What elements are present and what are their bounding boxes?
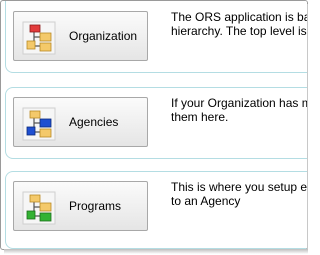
programs-description-line-1: This is where you setup e (171, 180, 308, 194)
organization-description-line-1: The ORS application is ba (171, 10, 308, 24)
organization-button-label: Organization (69, 29, 138, 43)
agencies-button-label: Agencies (69, 115, 119, 129)
frame-shadow-bottom (4, 249, 308, 254)
programs-button[interactable]: Programs (13, 181, 148, 231)
organization-button[interactable]: Organization (13, 11, 148, 61)
content-frame: Organization The ORS application is ba h… (0, 0, 308, 250)
agencies-hierarchy-icon (22, 107, 56, 141)
agencies-button[interactable]: Agencies (13, 97, 148, 147)
programs-description: This is where you setup e to an Agency (171, 180, 308, 208)
organization-description-line-2: hierarchy. The top level is (171, 24, 307, 38)
frame-shadow-right (307, 4, 308, 250)
organization-hierarchy-icon (22, 21, 56, 55)
programs-button-label: Programs (69, 199, 122, 213)
organization-description: The ORS application is ba hierarchy. The… (171, 10, 308, 38)
agencies-description: If your Organization has m them here. (171, 96, 308, 124)
agencies-description-line-1: If your Organization has m (171, 96, 308, 110)
programs-hierarchy-icon (22, 191, 56, 225)
programs-description-line-2: to an Agency (171, 194, 241, 208)
agencies-description-line-2: them here. (171, 110, 229, 124)
